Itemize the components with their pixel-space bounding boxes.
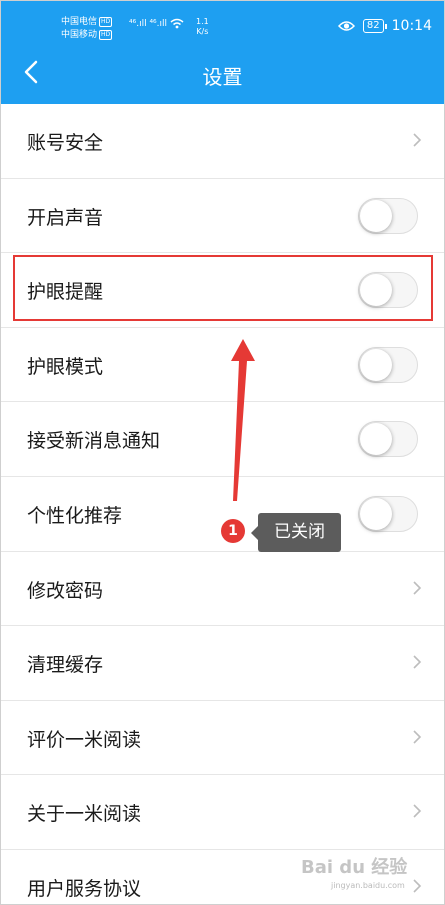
- settings-row[interactable]: 清理缓存: [1, 626, 444, 701]
- setting-label: 用户服务协议: [27, 877, 142, 900]
- setting-label: 开启声音: [27, 206, 104, 229]
- carrier-2: 中国移动: [61, 30, 98, 40]
- hd-badge: HD: [99, 29, 113, 40]
- toggle-switch[interactable]: [358, 495, 418, 532]
- settings-row[interactable]: 关于一米阅读: [1, 775, 444, 850]
- settings-row[interactable]: 接受新消息通知: [1, 402, 444, 477]
- chevron-right-icon: [413, 804, 422, 818]
- highlight-box: [13, 255, 433, 321]
- tooltip-closed: 已关闭: [251, 513, 341, 552]
- signal-2: ⁴⁶.ıll: [149, 19, 168, 29]
- speed-value: 1.1: [196, 17, 209, 26]
- toggle-switch[interactable]: [358, 346, 418, 383]
- settings-row[interactable]: 开启声音: [1, 179, 444, 254]
- setting-label: 账号安全: [27, 132, 104, 154]
- toggle-switch[interactable]: [358, 421, 418, 458]
- app-header: 中国电信 HD 中国移动 HD ⁴⁶.ıll ⁴⁶.ıll 1.1 K/s 82…: [1, 1, 444, 104]
- signal-1: ⁴⁶.ıll: [129, 19, 147, 29]
- battery-icon: 82: [362, 19, 387, 33]
- settings-row[interactable]: 个性化推荐: [1, 477, 444, 552]
- watermark: Bai du 经验: [301, 857, 408, 878]
- setting-label: 清理缓存: [27, 654, 104, 677]
- hd-badge: HD: [99, 16, 113, 27]
- setting-label: 个性化推荐: [27, 504, 123, 527]
- setting-label: 护眼模式: [27, 355, 104, 378]
- settings-row[interactable]: 护眼模式: [1, 328, 444, 403]
- settings-row[interactable]: 账号安全: [1, 104, 444, 179]
- step-badge: 1: [221, 519, 245, 543]
- settings-list: 账号安全 开启声音 护眼提醒 护眼模式 接受新消息通知 个性化推荐 修改密码 清理缓存 评价一米…: [1, 104, 444, 904]
- carrier-info: 中国电信 HD 中国移动 HD: [61, 16, 113, 42]
- battery-level: 82: [366, 20, 380, 31]
- speed-unit: K/s: [196, 27, 209, 36]
- status-right: 82 10:14: [337, 18, 432, 34]
- setting-label: 评价一米阅读: [27, 728, 142, 751]
- setting-label: 修改密码: [27, 579, 104, 602]
- settings-row[interactable]: 评价一米阅读: [1, 701, 444, 776]
- status-bar: 中国电信 HD 中国移动 HD ⁴⁶.ıll ⁴⁶.ıll 1.1 K/s 82…: [1, 1, 444, 41]
- wifi-icon: [170, 18, 184, 29]
- toggle-knob: [360, 497, 392, 530]
- signal-indicators: ⁴⁶.ıll ⁴⁶.ıll: [129, 18, 184, 29]
- settings-row[interactable]: 修改密码: [1, 552, 444, 627]
- chevron-right-icon: [413, 580, 422, 595]
- watermark-sub: jingyan.baidu.com: [331, 881, 405, 890]
- chevron-right-icon: [413, 879, 422, 893]
- toggle-knob: [360, 199, 392, 232]
- chevron-right-icon: [413, 655, 422, 669]
- setting-label: 关于一米阅读: [27, 803, 142, 826]
- chevron-right-icon: [413, 730, 422, 744]
- clock: 10:14: [391, 18, 432, 34]
- toggle-knob: [360, 348, 392, 381]
- toggle-switch[interactable]: [358, 197, 418, 234]
- page-title: 设置: [202, 65, 243, 89]
- eye-icon: [337, 21, 355, 31]
- carrier-1: 中国电信: [61, 17, 98, 27]
- toggle-knob: [360, 423, 392, 456]
- phone-screen: 中国电信 HD 中国移动 HD ⁴⁶.ıll ⁴⁶.ıll 1.1 K/s 82…: [0, 0, 445, 905]
- network-speed: 1.1 K/s: [196, 17, 209, 37]
- setting-label: 接受新消息通知: [27, 430, 161, 453]
- chevron-right-icon: [413, 133, 422, 147]
